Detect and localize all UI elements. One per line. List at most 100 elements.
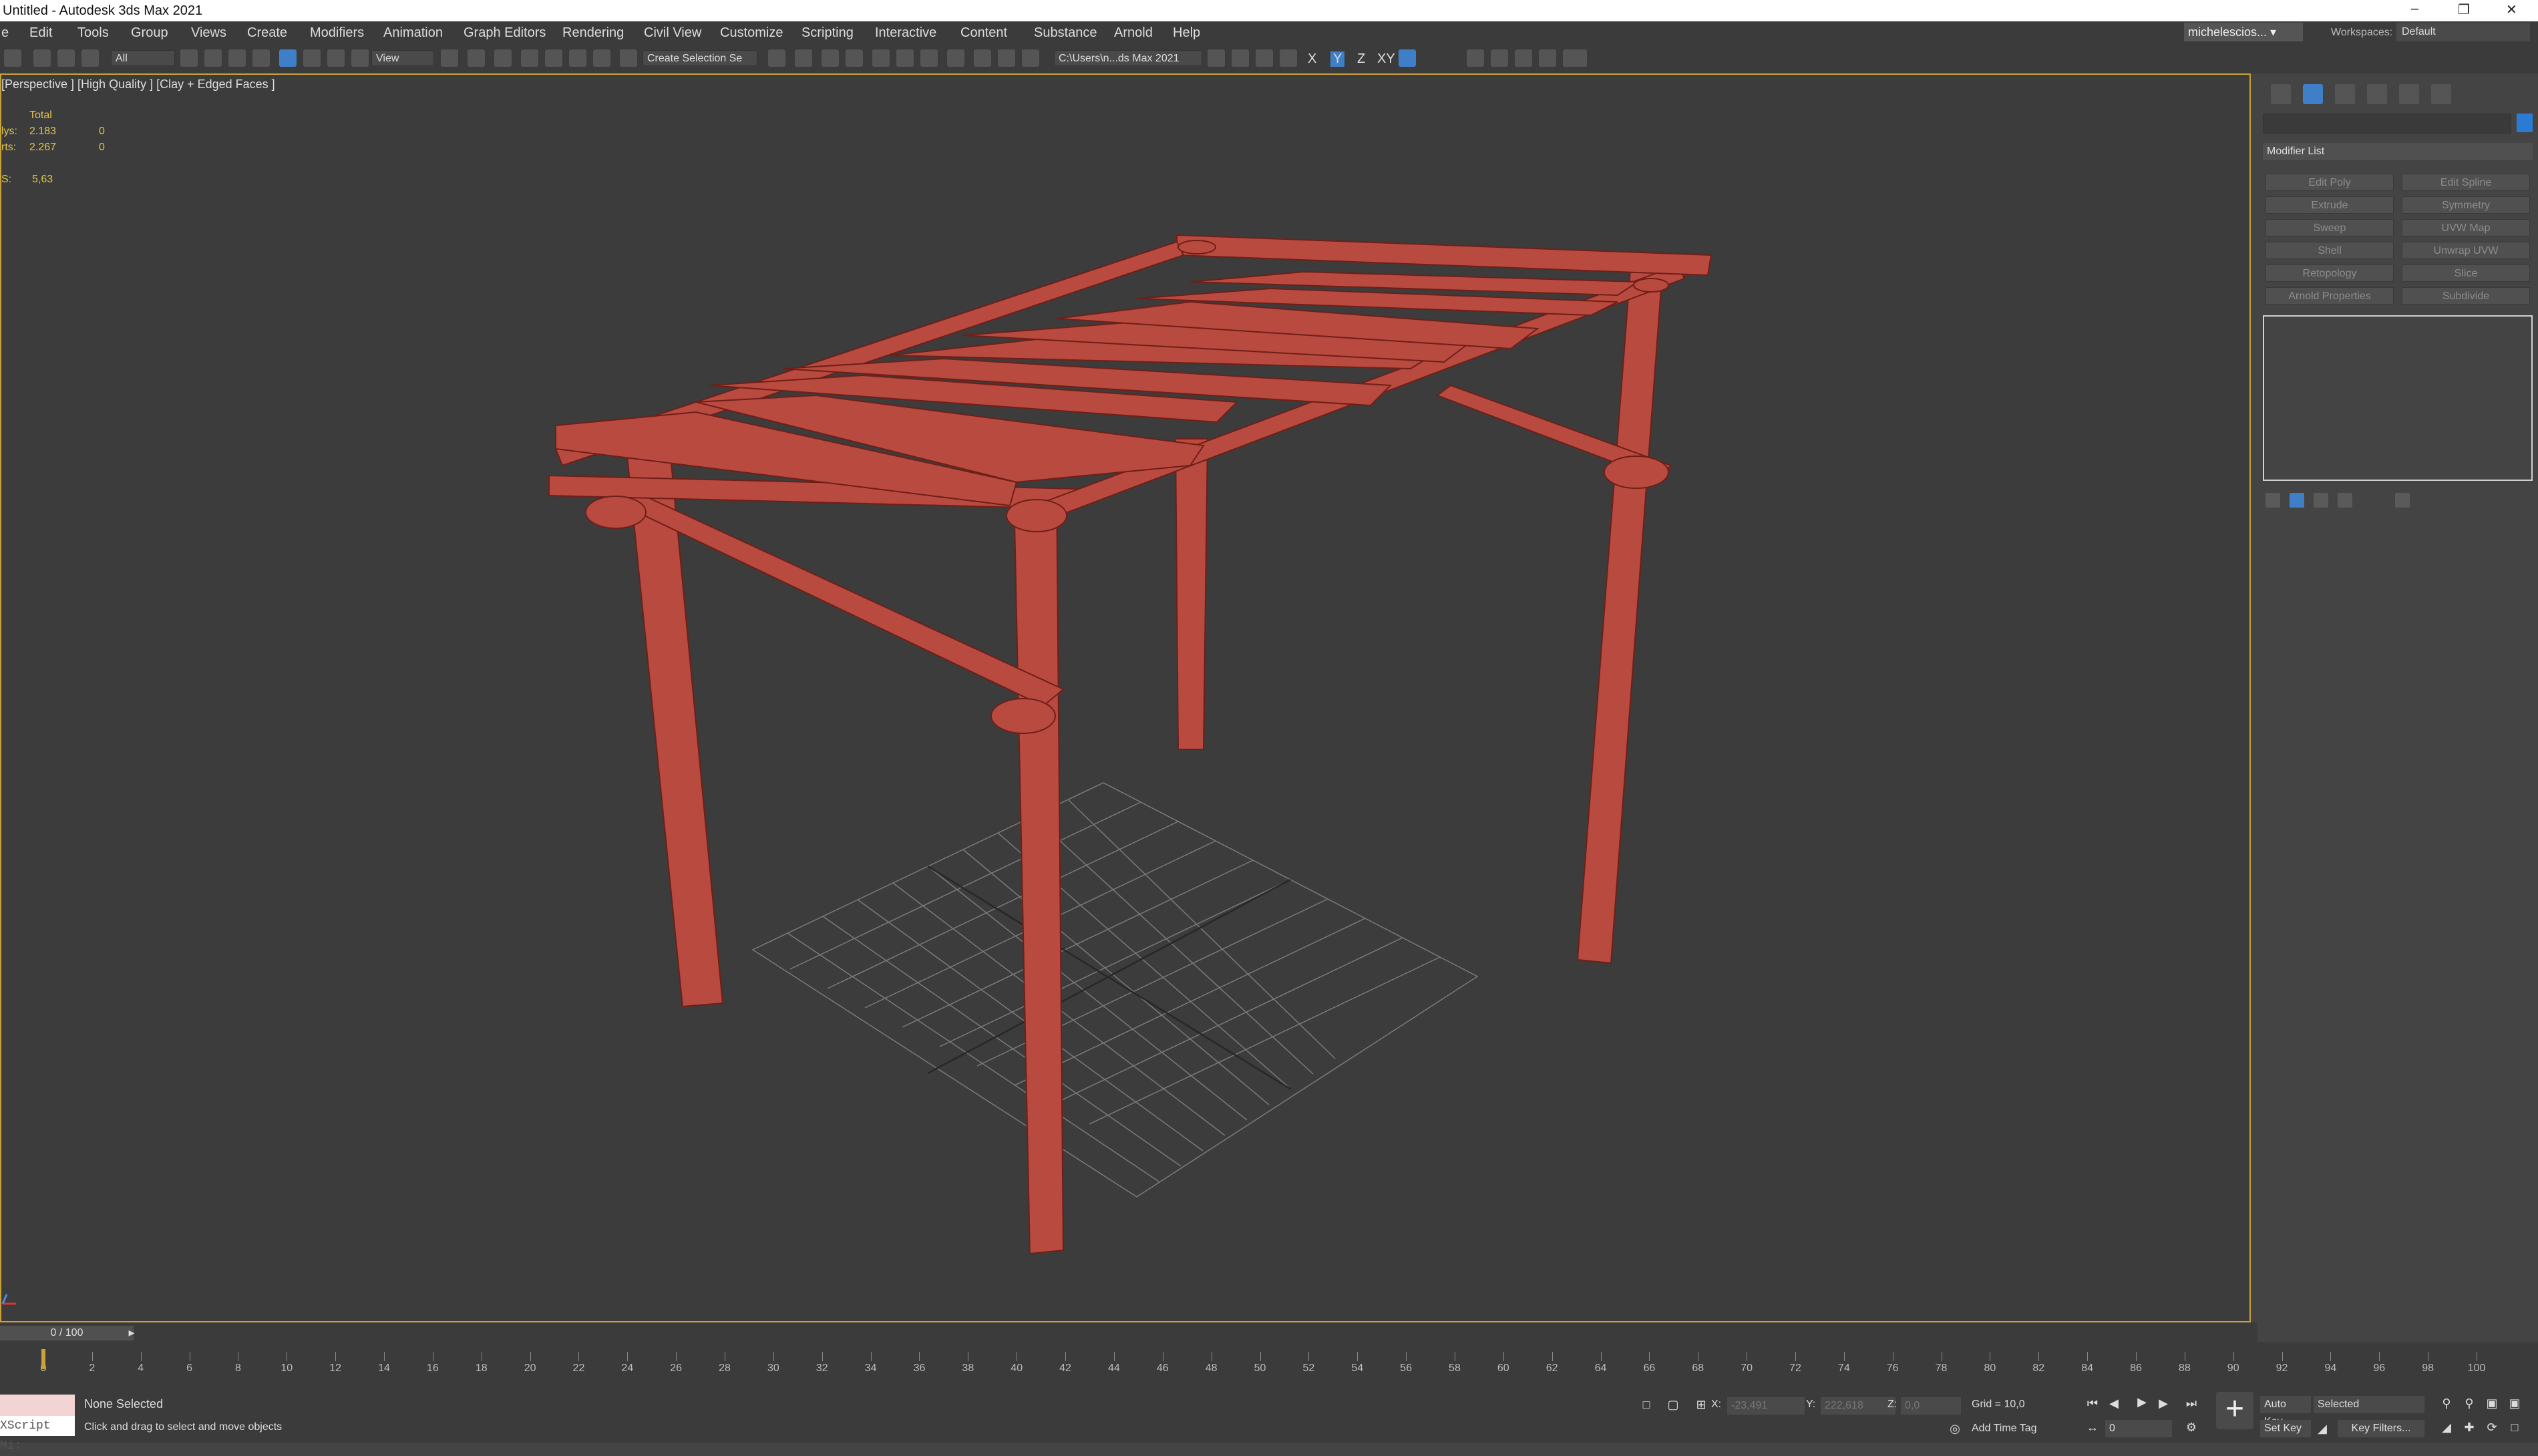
select-and-move-icon[interactable]	[279, 49, 297, 67]
hierarchy-tab-icon[interactable]	[2335, 84, 2355, 104]
menu-scripting[interactable]: Scripting	[801, 25, 854, 41]
modifier-edit-spline-button[interactable]: Edit Spline	[2402, 174, 2530, 191]
object-name-field[interactable]	[2263, 114, 2511, 134]
close-icon[interactable]: ✕	[2506, 1, 2517, 18]
show-end-result-icon[interactable]	[2290, 493, 2304, 508]
menu-file[interactable]: e	[1, 25, 9, 41]
key-mode-dropdown[interactable]: Selected	[2314, 1396, 2424, 1413]
restore-icon[interactable]: ❐	[2458, 1, 2470, 18]
object-color-swatch[interactable]	[2517, 114, 2533, 132]
add-viewport-button[interactable]: +	[2216, 1392, 2253, 1429]
modifier-stack[interactable]	[2263, 315, 2533, 481]
snap-toggle-icon[interactable]	[1467, 49, 1484, 67]
menu-create[interactable]: Create	[247, 25, 287, 41]
link-icon[interactable]	[33, 49, 51, 67]
auto-key-button[interactable]: Auto Key	[2260, 1396, 2311, 1427]
rectangular-selection-icon[interactable]	[228, 49, 246, 67]
unlink-icon[interactable]	[57, 49, 75, 67]
field-of-view-icon[interactable]: ◢	[2439, 1420, 2454, 1435]
perspective-viewport[interactable]: [Perspective ] [High Quality ] [Clay + E…	[0, 73, 2251, 1322]
maximize-viewport-icon[interactable]: □	[2507, 1420, 2522, 1435]
snaps-toggle-icon[interactable]	[521, 49, 538, 67]
menu-help[interactable]: Help	[1173, 25, 1200, 41]
menu-group[interactable]: Group	[131, 25, 168, 41]
menu-edit[interactable]: Edit	[29, 25, 52, 41]
keyboard-shortcut-override-icon[interactable]	[494, 49, 512, 67]
menu-views[interactable]: Views	[191, 25, 226, 41]
open-explorer-icon[interactable]	[1208, 49, 1225, 67]
menu-civil-view[interactable]: Civil View	[644, 25, 701, 41]
modifier-sweep-button[interactable]: Sweep	[2265, 219, 2394, 236]
user-account-button[interactable]: michelescios... ▾	[2184, 23, 2303, 41]
select-by-name-icon[interactable]	[204, 49, 222, 67]
modify-tab-icon[interactable]	[2303, 84, 2323, 104]
modifier-subdivide-button[interactable]: Subdivide	[2402, 287, 2530, 305]
modifier-unwrap-uvw-button[interactable]: Unwrap UVW	[2402, 242, 2530, 259]
schematic-view-icon[interactable]	[920, 49, 938, 67]
menu-arnold[interactable]: Arnold	[1114, 25, 1153, 41]
motion-tab-icon[interactable]	[2367, 84, 2387, 104]
modifier-shell-button[interactable]: Shell	[2265, 242, 2394, 259]
maxscript-mini-listener[interactable]: XScript Mi:	[0, 1416, 75, 1453]
axis-constraint-icon[interactable]	[1399, 49, 1416, 67]
scene-explorer-icon[interactable]	[822, 49, 839, 67]
selection-lock-icon[interactable]: ▢	[1666, 1397, 1680, 1412]
menu-customize[interactable]: Customize	[720, 25, 783, 41]
set-key-button[interactable]: Set Key	[2260, 1420, 2311, 1437]
layer-explorer-icon[interactable]	[846, 49, 863, 67]
coord-y-field[interactable]: 222,618	[1821, 1397, 1895, 1415]
zoom-extents-all-icon[interactable]: ▣	[2507, 1396, 2522, 1411]
menu-graph-editors[interactable]: Graph Editors	[464, 25, 546, 41]
modifier-slice-button[interactable]: Slice	[2402, 264, 2530, 282]
reference-coordinate-dropdown[interactable]: View	[371, 50, 434, 66]
track-bar[interactable]: 0246810121416182022242628303234363840424…	[0, 1342, 2538, 1383]
edit-named-selection-icon[interactable]	[620, 49, 637, 67]
display-tab-icon[interactable]	[2399, 84, 2419, 104]
menu-interactive[interactable]: Interactive	[875, 25, 936, 41]
menu-rendering[interactable]: Rendering	[562, 25, 624, 41]
connect-icon[interactable]	[1491, 49, 1508, 67]
modifier-symmetry-button[interactable]: Symmetry	[2402, 196, 2530, 214]
select-and-scale-icon[interactable]	[327, 49, 345, 67]
percent-snap-icon[interactable]	[569, 49, 586, 67]
add-time-tag-button[interactable]: Add Time Tag	[1972, 1423, 2037, 1435]
select-and-rotate-icon[interactable]	[303, 49, 321, 67]
set-key-icon[interactable]: ◢	[2315, 1421, 2330, 1436]
time-tag-icon[interactable]: ◎	[1948, 1421, 1962, 1436]
key-mode-icon[interactable]: ↔	[2085, 1420, 2100, 1435]
pan-view-icon[interactable]: ✚	[2462, 1420, 2477, 1435]
window-crossing-icon[interactable]	[252, 49, 270, 67]
modifier-arnold-properties-button[interactable]: Arnold Properties	[2265, 287, 2394, 305]
bind-space-warp-icon[interactable]	[81, 49, 99, 67]
render-setup-icon[interactable]	[974, 49, 991, 67]
isolate-selection-icon[interactable]: □	[1639, 1397, 1654, 1412]
time-configuration-icon[interactable]: ⚙	[2184, 1420, 2199, 1435]
zoom-icon[interactable]: ⚲	[2439, 1396, 2454, 1411]
modifier-extrude-button[interactable]: Extrude	[2265, 196, 2394, 214]
configure-modifier-sets-icon[interactable]	[2395, 493, 2410, 508]
open-project-icon[interactable]	[1232, 49, 1249, 67]
menu-tools[interactable]: Tools	[77, 25, 109, 41]
axis-z-button[interactable]: Z	[1357, 51, 1365, 67]
previous-frame-icon[interactable]: ◀	[2107, 1396, 2121, 1411]
menu-modifiers[interactable]: Modifiers	[310, 25, 364, 41]
modifier-edit-poly-button[interactable]: Edit Poly	[2265, 174, 2394, 191]
go-to-end-icon[interactable]: ⏭	[2184, 1396, 2199, 1411]
coord-x-field[interactable]: -23,491	[1727, 1397, 1805, 1415]
menu-animation[interactable]: Animation	[383, 25, 443, 41]
coord-z-field[interactable]: 0,0	[1901, 1397, 1961, 1415]
time-slider[interactable]: 0 / 100	[0, 1326, 134, 1340]
pin-stack-icon[interactable]	[2265, 493, 2280, 508]
remove-modifier-icon[interactable]	[2338, 493, 2352, 508]
rendered-frame-window-icon[interactable]	[998, 49, 1015, 67]
spinner-snap-icon[interactable]	[593, 49, 610, 67]
menu-substance[interactable]: Substance	[1034, 25, 1097, 41]
material-editor-icon[interactable]	[947, 49, 964, 67]
named-selection-set-dropdown[interactable]: Create Selection Se	[643, 50, 757, 66]
angle-snap-icon[interactable]	[545, 49, 562, 67]
utilities-tab-icon[interactable]	[2431, 84, 2451, 104]
zoom-all-icon[interactable]: ⚲	[2462, 1396, 2477, 1411]
axis-y-button[interactable]: Y	[1330, 51, 1345, 67]
select-and-place-icon[interactable]	[351, 49, 369, 67]
modifier-uvw-map-button[interactable]: UVW Map	[2402, 219, 2530, 236]
